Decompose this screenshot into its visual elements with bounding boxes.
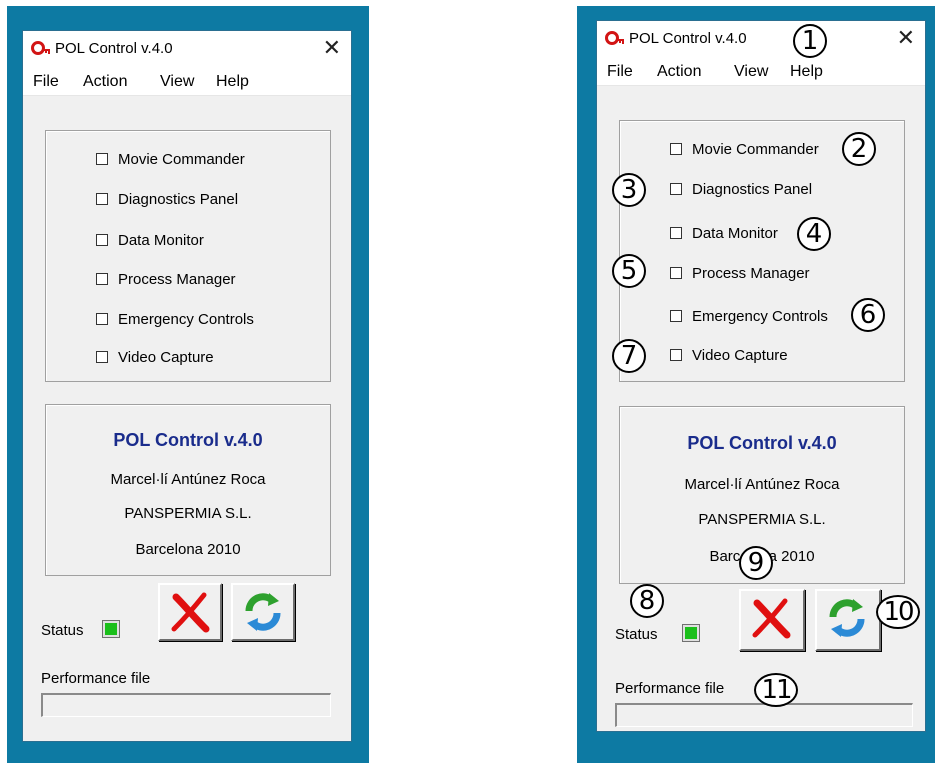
checkbox-box[interactable] [670, 349, 682, 361]
checkbox-box[interactable] [96, 313, 108, 325]
refresh-arrows-icon [245, 593, 281, 631]
checkbox-box[interactable] [96, 273, 108, 285]
about-title: POL Control v.4.0 [113, 430, 263, 450]
checkbox-label: Video Capture [118, 349, 214, 366]
callout-10: 10 [876, 595, 920, 629]
about-author: Marcel·lí Antúnez Roca [110, 471, 266, 488]
app-key-icon [605, 31, 624, 45]
checkbox-box[interactable] [96, 234, 108, 246]
checkbox-label: Emergency Controls [118, 311, 254, 328]
performance-file-field[interactable] [41, 693, 331, 717]
checkbox-label: Movie Commander [118, 151, 245, 168]
checkbox-movie-commander[interactable]: Movie Commander [96, 151, 245, 171]
checkbox-label: Data Monitor [692, 225, 778, 242]
checkbox-movie-commander[interactable]: Movie Commander [670, 141, 819, 161]
checkbox-diagnostics-panel[interactable]: Diagnostics Panel [96, 191, 238, 211]
checkbox-box[interactable] [96, 351, 108, 363]
checkbox-data-monitor[interactable]: Data Monitor [96, 232, 204, 252]
menu-file[interactable]: File [33, 73, 59, 91]
close-button[interactable]: ✕ [897, 25, 915, 51]
checkbox-box[interactable] [670, 143, 682, 155]
callout-9: 9 [739, 546, 773, 580]
client-area: Movie Commander Diagnostics Panel Data M… [597, 86, 925, 731]
checkbox-box[interactable] [670, 267, 682, 279]
title-bar[interactable]: POL Control v.4.0 ✕ [597, 21, 925, 55]
menu-help[interactable]: Help [790, 63, 823, 81]
menu-help[interactable]: Help [216, 73, 249, 91]
checkbox-process-manager[interactable]: Process Manager [96, 271, 236, 291]
menu-bar: File Action View Help [23, 69, 351, 96]
about-place: Barcelona 2010 [135, 541, 241, 558]
checkbox-label: Diagnostics Panel [692, 181, 813, 198]
status-indicator [102, 620, 120, 638]
red-x-icon [171, 592, 210, 633]
checkbox-box[interactable] [670, 310, 682, 322]
checkbox-video-capture[interactable]: Video Capture [96, 349, 214, 369]
menu-view[interactable]: View [160, 73, 194, 91]
pol-control-window-annotated: POL Control v.4.0 ✕ File Action View Hel… [596, 20, 926, 732]
callout-1: 1 [793, 24, 827, 58]
status-label: Status [41, 622, 84, 639]
checkbox-emergency-controls[interactable]: Emergency Controls [670, 308, 828, 328]
callout-5: 5 [612, 254, 646, 288]
checkbox-process-manager[interactable]: Process Manager [670, 265, 810, 285]
title-bar[interactable]: POL Control v.4.0 ✕ [23, 31, 351, 65]
checkbox-box[interactable] [670, 183, 682, 195]
about-company: PANSPERMIA S.L. [124, 505, 252, 522]
stop-button[interactable] [739, 589, 805, 651]
checkbox-diagnostics-panel[interactable]: Diagnostics Panel [670, 181, 812, 201]
callout-2: 2 [842, 132, 876, 166]
checkbox-label: Process Manager [692, 265, 810, 282]
menu-view[interactable]: View [734, 63, 768, 81]
checkbox-label: Process Manager [118, 271, 236, 288]
callout-3: 3 [612, 173, 646, 207]
about-group: POL Control v.4.0 Marcel·lí Antúnez Roca… [45, 404, 331, 576]
client-area: Movie Commander Diagnostics Panel Data M… [23, 96, 351, 741]
callout-4: 4 [797, 217, 831, 251]
performance-file-label: Performance file [615, 680, 725, 697]
checkbox-data-monitor[interactable]: Data Monitor [670, 225, 778, 245]
window-title: POL Control v.4.0 [629, 30, 747, 47]
checkbox-label: Data Monitor [118, 232, 204, 249]
status-label: Status [615, 626, 658, 643]
app-key-icon [31, 41, 50, 55]
performance-file-label: Performance file [41, 670, 151, 687]
status-indicator [682, 624, 700, 642]
performance-file-field[interactable] [615, 703, 913, 727]
refresh-button[interactable] [231, 583, 295, 641]
callout-6: 6 [851, 298, 885, 332]
refresh-arrows-icon [829, 599, 865, 637]
red-x-icon [752, 598, 791, 639]
checkbox-box[interactable] [670, 227, 682, 239]
about-company: PANSPERMIA S.L. [698, 511, 826, 528]
checkbox-box[interactable] [96, 153, 108, 165]
checkbox-emergency-controls[interactable]: Emergency Controls [96, 311, 254, 331]
close-button[interactable]: ✕ [323, 35, 341, 61]
checkbox-label: Movie Commander [692, 141, 819, 158]
checkbox-video-capture[interactable]: Video Capture [670, 347, 788, 367]
callout-8: 8 [630, 584, 664, 618]
modules-group: Movie Commander Diagnostics Panel Data M… [45, 130, 331, 382]
stop-button[interactable] [158, 583, 222, 641]
menu-file[interactable]: File [607, 63, 633, 81]
about-title: POL Control v.4.0 [687, 433, 837, 453]
checkbox-box[interactable] [96, 193, 108, 205]
pol-control-window: POL Control v.4.0 ✕ File Action View Hel… [22, 30, 352, 742]
checkbox-label: Emergency Controls [692, 308, 828, 325]
checkbox-label: Video Capture [692, 347, 788, 364]
callout-7: 7 [612, 339, 646, 373]
menu-bar: File Action View Help [597, 59, 925, 86]
refresh-button[interactable] [815, 589, 881, 651]
window-title: POL Control v.4.0 [55, 40, 173, 57]
menu-action[interactable]: Action [657, 63, 701, 81]
checkbox-label: Diagnostics Panel [118, 191, 239, 208]
about-author: Marcel·lí Antúnez Roca [684, 476, 840, 493]
menu-action[interactable]: Action [83, 73, 127, 91]
callout-11: 11 [754, 673, 798, 707]
